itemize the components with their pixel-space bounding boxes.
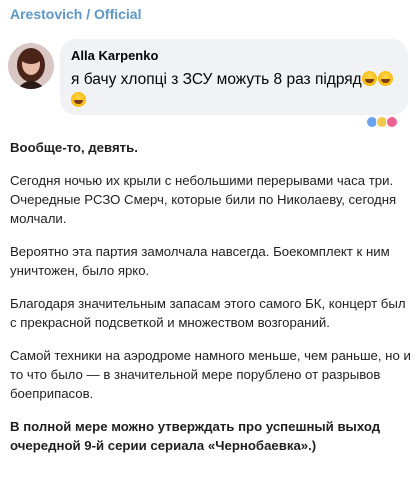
comment-text: я бачу хлопці з ЗСУ можуть 8 раз підряд <box>71 69 401 111</box>
reaction-icons[interactable] <box>366 116 412 128</box>
channel-title[interactable]: Arestovich / Official <box>10 6 141 22</box>
post-paragraph: Благодаря значительным запасам этого сам… <box>10 296 406 330</box>
post-paragraph: Вообще-то, девять. <box>10 140 138 155</box>
avatar <box>8 43 54 89</box>
comment-author[interactable]: Alla Karpenko <box>71 48 158 63</box>
laughing-crying-emoji-icon <box>377 71 393 86</box>
post-paragraph: В полной мере можно утверждать про успеш… <box>10 419 381 453</box>
laughing-crying-emoji-icon <box>361 71 377 86</box>
quoted-comment: Alla Karpenko я бачу хлопці з ЗСУ можуть… <box>0 33 420 128</box>
avatar-photo-icon <box>8 43 54 89</box>
post-body: Вообще-то, девять. Сегодня ночью их крыл… <box>10 138 414 469</box>
post-paragraph: Самой техники на аэродроме намного меньш… <box>10 348 411 401</box>
post-paragraph: Вероятно эта партия замолчала навсегда. … <box>10 244 390 278</box>
post-paragraph: Сегодня ночью их крыли с небольшими пере… <box>10 173 397 226</box>
comment-text-body: я бачу хлопці з ЗСУ можуть 8 раз підряд <box>71 71 362 88</box>
love-reaction-icon <box>386 116 398 128</box>
comment-bubble: Alla Karpenko я бачу хлопці з ЗСУ можуть… <box>60 39 408 115</box>
laughing-crying-emoji-icon <box>71 92 86 107</box>
